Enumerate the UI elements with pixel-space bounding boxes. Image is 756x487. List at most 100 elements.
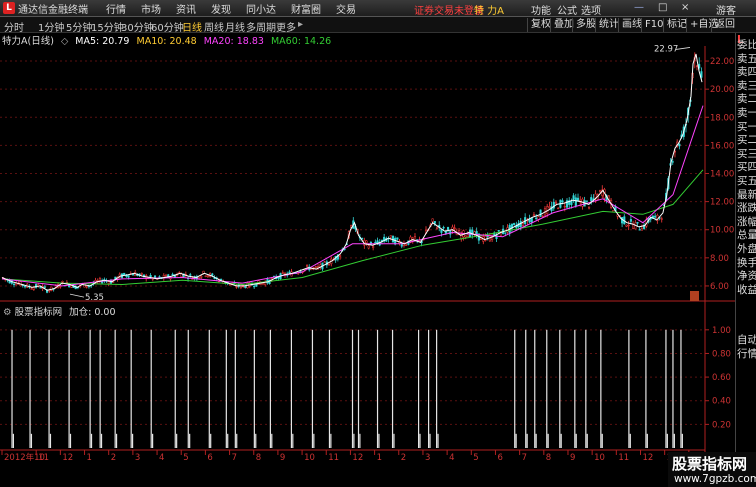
candle-body [440,229,443,233]
candle-body [574,197,577,206]
candle-body [158,276,161,278]
candle-body [572,195,575,200]
quote-field-5: 卖一 [737,107,756,119]
candle-body [200,276,203,278]
x-tick-label: 2 [111,453,116,463]
main-chart-grid [0,60,705,287]
panel-corner-marker [690,291,699,301]
candle-body [541,215,544,218]
candle-body [486,235,489,238]
indicator-tick-label: 0.60 [712,373,731,383]
candle-body [235,286,238,288]
candle-body [431,218,434,222]
candle-body [561,200,564,203]
watermark: 股票指标网 www.7gpzb.com [668,452,756,487]
indicator-tick-label: 0.40 [712,397,731,407]
x-tick-label: 3 [135,453,140,463]
candle-body [253,285,256,288]
candle-body [39,287,42,289]
x-tick-label: 10 [594,453,605,463]
candle-body [171,273,174,276]
candle-body [244,286,247,289]
candle-body [513,223,516,225]
candle-body [444,231,447,234]
candle-body [220,278,223,281]
quote-field-18: 收益 [737,283,756,296]
x-tick-label: 10 [304,453,315,463]
quote-toggle[interactable]: 行情 [737,348,756,360]
quote-field-13: 涨幅 [737,215,756,228]
quote-field-12: 涨跌 [737,202,756,215]
candle-body [367,245,370,249]
candle-body [277,277,280,279]
candle-body [521,223,524,226]
candle-body [563,205,566,208]
candle-body [396,237,399,240]
y-tick-label: 14.00 [710,170,734,180]
candle-body [554,202,558,204]
indicator-y-axis: 1.00 0.80 0.60 0.40 0.20 [705,326,731,430]
candle-body [678,143,681,147]
candle-body [372,246,375,248]
candle-body [189,274,192,276]
candle-body [12,283,16,286]
x-axis-labels: 2012年1011 12 1 2 3 4 5 6 7 8 9 10 11 12 1 2 3 4 5 6 7 8 9 10 11 1… [1,450,696,463]
candle-body [660,218,663,220]
x-tick-label: 6 [207,453,212,463]
candlestick-series [1,52,703,294]
candle-body [548,206,551,208]
candle-body [85,286,88,288]
candle-body [636,221,639,224]
candle-body [590,197,593,202]
indicator-tick-label: 0.20 [712,420,731,430]
x-tick-label: 1 [87,453,92,463]
kline-chart[interactable]: 22.0020.0018.0016.0014.0012.0010.008.006… [0,0,735,487]
auto-toggle[interactable]: 自动 [737,334,756,346]
y-tick-label: 10.00 [710,226,734,236]
candle-body [61,281,64,283]
candle-body [539,209,542,217]
ma5-line [1,53,703,291]
candle-body [323,261,326,263]
watermark-title: 股票指标网 [672,455,748,473]
candle-body [695,65,699,67]
x-tick-label: 7 [522,453,527,463]
x-tick-label: 1 [377,453,382,463]
indicator-tick-label: 0.80 [712,349,731,359]
indicator-header: ⚙ 股票指标网 加仓: 0.00 [3,304,115,318]
candle-body [466,233,469,238]
indicator-signal-bars [11,329,683,448]
x-tick-label: 5 [473,453,478,463]
x-tick-label: 12 [642,453,653,463]
indicator-gear-icon[interactable]: ⚙ [3,307,12,318]
quote-field-6: 买一 [737,120,756,133]
candle-body [671,161,674,163]
candle-body [211,273,214,276]
quote-field-1: 卖五 [737,52,756,65]
candle-body [389,235,392,238]
quote-field-17: 净资 [737,270,756,283]
candle-body [30,288,33,290]
candle-body [123,272,126,276]
candle-body [625,224,628,227]
quote-field-15: 外盘 [737,243,756,255]
x-tick-label: 11 [38,453,49,463]
x-tick-label: 12 [352,453,363,463]
x-tick-label: 12 [62,453,73,463]
candle-body [131,273,135,276]
candle-body [70,285,73,288]
y-tick-label: 12.00 [710,198,734,208]
candle-body [654,215,657,218]
candle-body [206,275,209,278]
x-tick-label: 8 [546,453,551,463]
candle-body [504,232,507,234]
quote-field-4: 卖二 [737,93,756,106]
candle-body [576,197,580,201]
right-quote-panel: L 委比 卖五 卖四 卖三 卖二 卖一 买一 买二 买三 买四 买五 最新 涨跌 涨幅 总量 外盘 换手 净资 收益… [735,33,756,487]
y-tick-label: 6.00 [710,282,729,292]
x-tick-label: 7 [232,453,237,463]
candle-body [570,200,573,205]
candle-body [638,229,641,231]
high-price-label: 22.97 [654,44,678,54]
candle-body [127,275,130,278]
